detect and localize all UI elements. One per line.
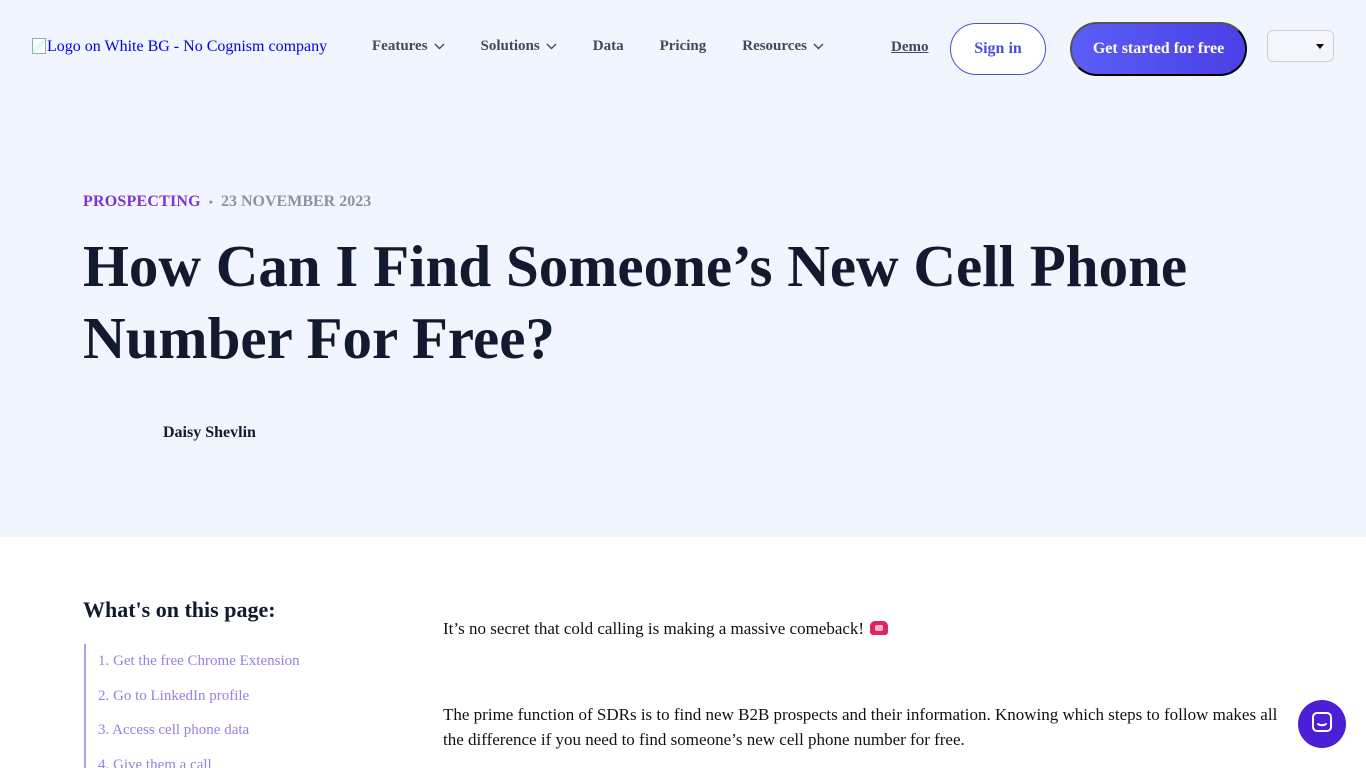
nav-label: Data xyxy=(592,38,624,54)
nav-label: Resources xyxy=(742,38,807,54)
nav-item-data[interactable]: Data xyxy=(593,38,624,55)
logo-alt-text: Logo on White BG - No Cognism company xyxy=(47,38,328,55)
toc-link[interactable]: 2. Go to LinkedIn profile xyxy=(98,679,384,714)
article-body: It’s no secret that cold calling is maki… xyxy=(443,616,1283,752)
toc-heading: What's on this page: xyxy=(83,597,276,622)
nav-label: Solutions xyxy=(480,38,540,54)
page-title: How Can I Find Someone’s New Cell Phone … xyxy=(83,233,1188,371)
chevron-down-icon xyxy=(813,43,824,50)
main-nav: Features Solutions Data Pricing Resource… xyxy=(372,38,824,55)
toc-link[interactable]: 1. Get the free Chrome Extension xyxy=(98,644,384,679)
post-meta: PROSPECTING • 23 NOVEMBER 2023 xyxy=(83,193,371,211)
author-name: Daisy Shevlin xyxy=(163,424,256,441)
broken-image-icon xyxy=(32,38,46,54)
toc-link[interactable]: 4. Give them a call xyxy=(98,748,384,768)
post-date: 23 NOVEMBER 2023 xyxy=(220,193,372,210)
nav-item-features[interactable]: Features xyxy=(372,38,445,55)
article-paragraph: The prime function of SDRs is to find ne… xyxy=(443,705,1278,749)
chat-launcher-button[interactable] xyxy=(1298,700,1346,748)
telephone-emoji-icon xyxy=(870,621,889,635)
chat-bubble-icon xyxy=(1311,711,1333,738)
site-header: Logo on White BG - No Cognism company Fe… xyxy=(0,0,1366,100)
toc-link[interactable]: 3. Access cell phone data xyxy=(98,713,384,748)
nav-item-pricing[interactable]: Pricing xyxy=(660,38,707,55)
nav-label: Pricing xyxy=(659,38,707,54)
sign-in-button[interactable]: Sign in xyxy=(950,23,1046,75)
nav-item-resources[interactable]: Resources xyxy=(742,38,824,55)
chevron-down-icon xyxy=(434,43,445,50)
demo-link[interactable]: Demo xyxy=(891,39,929,56)
nav-item-solutions[interactable]: Solutions xyxy=(481,38,557,55)
caret-down-icon xyxy=(1316,44,1324,49)
get-started-button[interactable]: Get started for free xyxy=(1070,22,1247,76)
article-paragraph: It’s no secret that cold calling is maki… xyxy=(443,616,1283,641)
language-select[interactable] xyxy=(1267,30,1334,62)
chevron-down-icon xyxy=(546,43,557,50)
nav-label: Features xyxy=(372,38,428,54)
category-link[interactable]: PROSPECTING xyxy=(83,193,201,211)
meta-separator: • xyxy=(208,194,213,209)
paragraph-text: It’s no secret that cold calling is maki… xyxy=(443,619,865,638)
logo-link[interactable]: Logo on White BG - No Cognism company xyxy=(32,38,327,56)
toc-list: 1. Get the free Chrome Extension 2. Go t… xyxy=(84,644,384,768)
